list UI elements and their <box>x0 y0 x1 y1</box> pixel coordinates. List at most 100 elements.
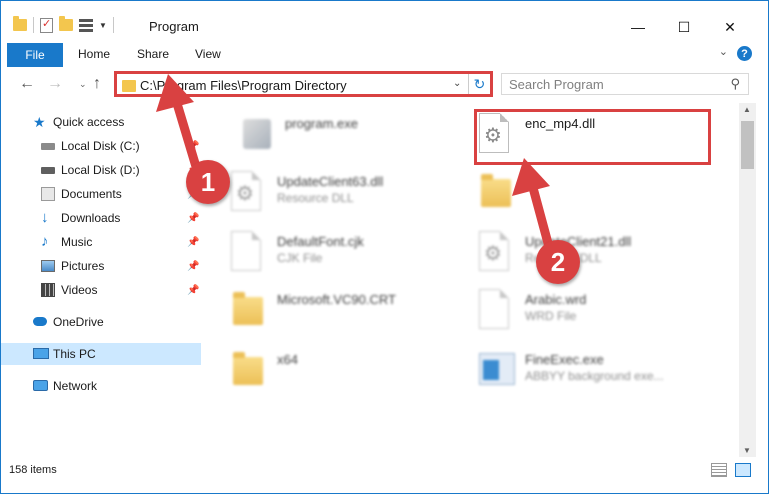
videos-icon <box>41 283 55 297</box>
sidebar-item-onedrive[interactable]: OneDrive <box>1 311 201 333</box>
tab-share[interactable]: Share <box>137 47 169 61</box>
help-icon[interactable]: ? <box>737 46 752 61</box>
gear-file-icon: ⚙ <box>231 171 267 213</box>
recent-locations-chevron-icon[interactable]: ⌄ <box>79 79 87 90</box>
file-name: program.exe <box>285 116 358 131</box>
details-view-icon[interactable] <box>711 463 727 477</box>
minimize-button[interactable]: — <box>615 13 661 41</box>
expand-ribbon-icon[interactable]: ⌄ <box>719 45 728 58</box>
toolbar-separator <box>33 17 34 33</box>
sidebar-item-local-disk-d[interactable]: Local Disk (D:) 📌 <box>1 159 201 181</box>
search-icon[interactable]: ⚲ <box>730 76 740 92</box>
file-name: UpdateClient63.dll <box>277 174 384 189</box>
sidebar-item-label: Documents <box>61 187 122 201</box>
file-name: FineExec.exe <box>525 352 604 367</box>
file-type: WRD File <box>525 309 577 323</box>
forward-arrow-icon[interactable]: → <box>47 75 63 93</box>
status-bar: 158 items <box>1 459 768 481</box>
sidebar-item-local-disk-c[interactable]: Local Disk (C:) 📌 <box>1 135 201 157</box>
sidebar-item-music[interactable]: ♪ Music 📌 <box>1 231 201 253</box>
documents-icon <box>41 187 55 201</box>
item-count: 158 items <box>9 464 57 476</box>
tab-home[interactable]: Home <box>78 47 110 61</box>
properties-icon[interactable] <box>40 17 53 33</box>
sidebar-item-label: Quick access <box>53 115 125 129</box>
search-placeholder: Search Program <box>509 77 604 92</box>
sidebar-item-label: Network <box>53 379 98 393</box>
folder-icon <box>231 289 267 331</box>
sidebar-item-label: OneDrive <box>53 315 104 329</box>
gear-file-icon: ⚙ <box>479 231 515 273</box>
sidebar-item-label: Local Disk (D:) <box>61 163 140 177</box>
annotation-badge-2: 2 <box>536 240 580 284</box>
address-row: ← → ⌄ ↑ C:\Program Files\Program Directo… <box>1 67 768 103</box>
sidebar-item-label: Videos <box>61 283 98 297</box>
tab-view[interactable]: View <box>195 47 221 61</box>
scrollbar-thumb[interactable] <box>741 121 754 169</box>
file-name: DefaultFont.cjk <box>277 234 364 249</box>
folder-icon <box>479 171 515 213</box>
file-icon <box>231 231 267 273</box>
pin-icon[interactable]: 📌 <box>187 285 199 296</box>
folder-icon <box>122 80 136 92</box>
sidebar-item-this-pc[interactable]: This PC <box>1 343 201 365</box>
file-explorer-window: ▼ Program — ☐ ✕ File Home Share View ⌄ ?… <box>0 0 769 494</box>
exe-icon <box>479 349 515 391</box>
scroll-up-icon[interactable]: ▲ <box>743 105 751 114</box>
customize-toolbar-dropdown-icon[interactable]: ▼ <box>99 21 107 30</box>
close-button[interactable]: ✕ <box>707 13 753 41</box>
file-item[interactable]: ⚙ UpdateClient63.dll Resource DLL <box>205 167 453 225</box>
refresh-icon[interactable]: ↻ <box>468 74 490 94</box>
file-name: Microsoft.VC90.CRT <box>277 292 396 307</box>
view-options-icon[interactable] <box>79 18 93 32</box>
pc-icon <box>33 348 49 359</box>
program-icon <box>239 113 275 155</box>
folder-item[interactable]: Microsoft.VC90.CRT <box>205 285 453 343</box>
address-dropdown-icon[interactable]: ⌄ <box>453 78 461 89</box>
file-type: Resource DLL <box>277 191 354 205</box>
sidebar-item-quick-access[interactable]: ★ Quick access <box>1 111 201 133</box>
pin-icon[interactable]: 📌 <box>187 261 199 272</box>
sidebar-item-label: Downloads <box>61 211 121 225</box>
file-item[interactable]: program.exe <box>213 109 461 167</box>
quick-access-toolbar: ▼ <box>13 15 114 35</box>
address-path[interactable]: C:\Program Files\Program Directory <box>140 78 347 93</box>
file-type: ABBYY background exe... <box>525 369 664 383</box>
ribbon-tabs: File Home Share View ⌄ ? <box>1 41 768 67</box>
up-arrow-icon[interactable]: ↑ <box>93 75 101 93</box>
file-item[interactable]: DefaultFont.cjk CJK File <box>205 227 453 285</box>
sidebar-item-pictures[interactable]: Pictures 📌 <box>1 255 201 277</box>
window-title: Program <box>149 19 199 34</box>
drive-icon <box>41 143 55 150</box>
folder-item[interactable]: x64 <box>205 345 453 403</box>
folder-item[interactable] <box>453 167 701 225</box>
search-input[interactable]: Search Program ⚲ <box>501 73 749 95</box>
large-icons-view-icon[interactable] <box>735 463 751 477</box>
back-arrow-icon[interactable]: ← <box>19 75 35 93</box>
pin-icon[interactable]: 📌 <box>187 213 199 224</box>
sidebar-item-videos[interactable]: Videos 📌 <box>1 279 201 301</box>
sidebar-item-documents[interactable]: Documents 📌 <box>1 183 201 205</box>
scroll-down-icon[interactable]: ▼ <box>743 446 751 455</box>
drive-icon <box>41 167 55 174</box>
pin-icon[interactable]: 📌 <box>187 141 199 152</box>
sidebar-item-label: Music <box>61 235 93 249</box>
network-icon <box>33 380 48 391</box>
file-item[interactable]: Arabic.wrd WRD File <box>453 285 701 343</box>
file-type: CJK File <box>277 251 323 265</box>
tab-file[interactable]: File <box>7 43 63 67</box>
file-item[interactable]: FineExec.exe ABBYY background exe... <box>453 345 701 403</box>
sidebar-item-downloads[interactable]: ↓ Downloads 📌 <box>1 207 201 229</box>
file-name: x64 <box>277 352 298 367</box>
folder-icon <box>231 349 267 391</box>
address-bar[interactable]: C:\Program Files\Program Directory ⌄ ↻ <box>114 71 493 97</box>
vertical-scrollbar[interactable]: ▲ ▼ <box>739 103 756 457</box>
pin-icon[interactable]: 📌 <box>187 237 199 248</box>
file-icon <box>479 289 515 331</box>
star-icon: ★ <box>33 114 46 130</box>
folder-icon[interactable] <box>13 16 27 31</box>
new-folder-icon[interactable] <box>59 16 73 31</box>
sidebar-item-network[interactable]: Network <box>1 375 201 397</box>
download-icon: ↓ <box>41 209 49 226</box>
maximize-button[interactable]: ☐ <box>661 13 707 41</box>
